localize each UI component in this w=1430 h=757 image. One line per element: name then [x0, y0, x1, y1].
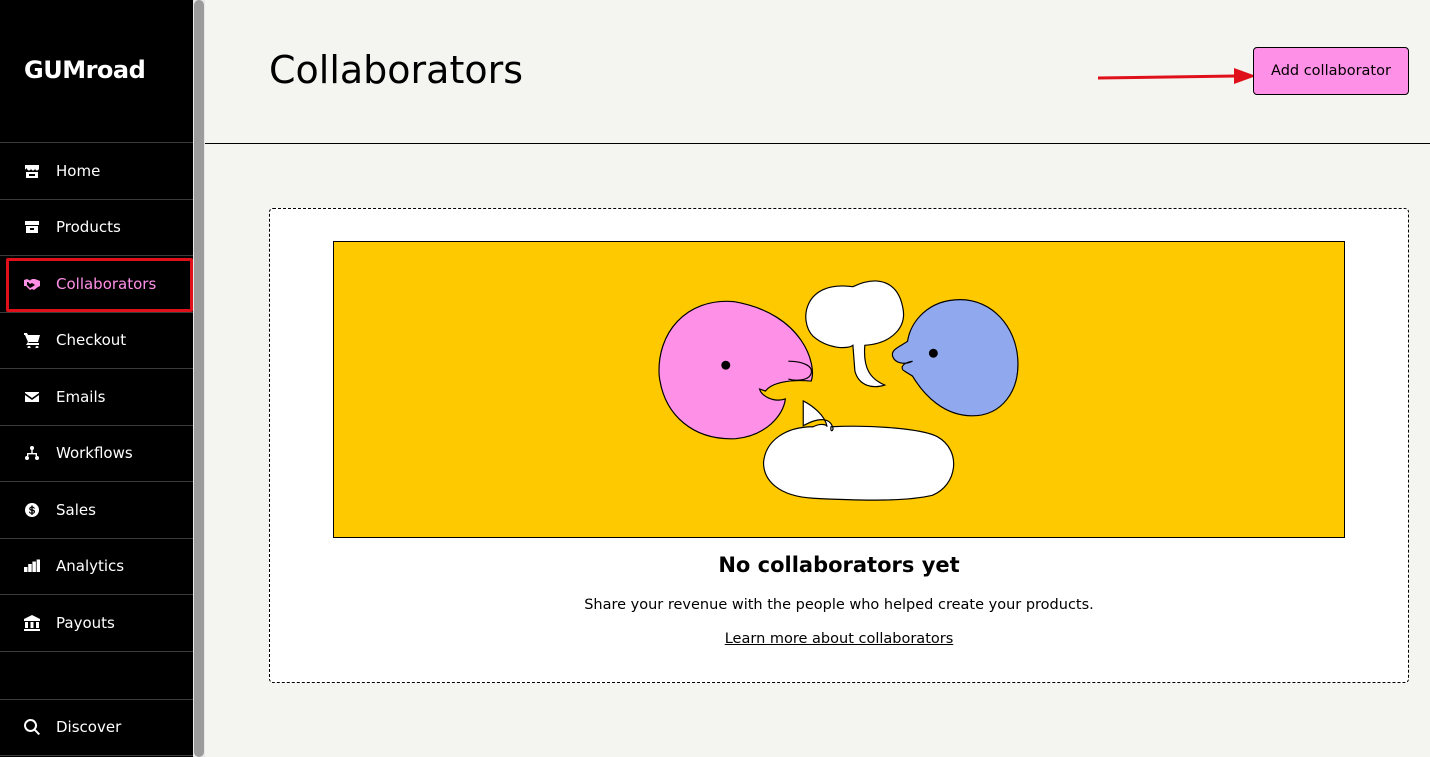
sidebar-item-label: Sales: [56, 500, 96, 519]
sidebar-item-label: Payouts: [56, 613, 115, 632]
sidebar-item-label: Home: [56, 161, 101, 180]
sidebar-item-workflows[interactable]: Workflows: [0, 426, 193, 482]
talking-faces-illustration: [658, 280, 1019, 501]
envelope-icon: [24, 389, 40, 405]
sidebar-item-home[interactable]: Home: [0, 143, 193, 200]
sidebar-item-label: Workflows: [56, 444, 133, 463]
page-title: Collaborators: [269, 48, 524, 92]
sidebar-item-products[interactable]: Products: [0, 200, 193, 256]
collaborators-illustration: [333, 241, 1345, 538]
sidebar-item-analytics[interactable]: Analytics: [0, 539, 193, 595]
handshake-icon: [24, 276, 40, 292]
gumroad-logo[interactable]: GUMroad: [24, 56, 146, 84]
page-header: Collaborators Add collaborator: [205, 0, 1430, 144]
sidebar-item-label: Products: [56, 218, 121, 237]
sidebar-item-discover[interactable]: Discover: [0, 700, 193, 756]
app-window: GUMroad Home Products Collaborators Chec…: [0, 0, 1430, 757]
sidebar-item-label: Emails: [56, 387, 106, 406]
add-collaborator-button[interactable]: Add collaborator: [1253, 47, 1409, 95]
scrollbar-thumb[interactable]: [194, 0, 204, 757]
sidebar-item-emails[interactable]: Emails: [0, 369, 193, 426]
logo-area: GUMroad: [0, 0, 193, 143]
learn-more-link[interactable]: Learn more about collaborators: [270, 631, 1408, 647]
dollar-circle-icon: [24, 502, 40, 518]
sidebar-item-payouts[interactable]: Payouts: [0, 595, 193, 652]
search-icon: [24, 719, 40, 736]
cart-icon: [24, 332, 40, 349]
bar-chart-icon: [24, 558, 40, 574]
empty-state-description: Share your revenue with the people who h…: [584, 597, 1094, 613]
sidebar-item-collaborators[interactable]: Collaborators: [0, 256, 193, 313]
sidebar-spacer: [0, 652, 193, 700]
empty-state-title: No collaborators yet: [718, 553, 960, 577]
sidebar-item-label: Checkout: [56, 331, 127, 350]
annotation-arrow-icon: [1098, 68, 1256, 84]
sidebar-item-label: Collaborators: [56, 274, 157, 293]
bank-icon: [24, 614, 40, 631]
sidebar-item-label: Analytics: [56, 557, 125, 576]
workflow-icon: [24, 445, 40, 461]
sidebar-item-checkout[interactable]: Checkout: [0, 313, 193, 369]
sidebar-item-label: Discover: [56, 718, 122, 737]
sidebar-scrollbar[interactable]: [193, 0, 205, 757]
archive-icon: [24, 219, 40, 235]
sidebar-item-sales[interactable]: Sales: [0, 482, 193, 539]
empty-state-card: No collaborators yet Share your revenue …: [269, 208, 1409, 683]
sidebar: GUMroad Home Products Collaborators Chec…: [0, 0, 193, 757]
store-icon: [24, 163, 40, 179]
